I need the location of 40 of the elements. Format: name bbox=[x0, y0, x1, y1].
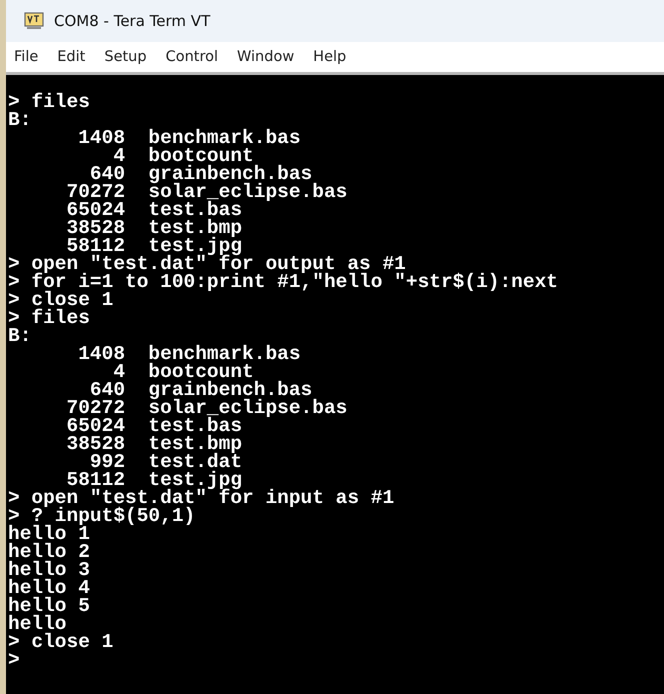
terminal-line: 640 grainbench.bas bbox=[90, 165, 312, 183]
menu-item[interactable]: Setup bbox=[104, 49, 147, 65]
terminal-line: hello bbox=[8, 615, 67, 633]
terminal-line: > files bbox=[8, 93, 90, 111]
terminal-line: 1408 benchmark.bas bbox=[77, 345, 301, 363]
terminal-line: hello 4 bbox=[8, 579, 90, 597]
terminal-line: 65024 test.bas bbox=[66, 417, 242, 435]
terminal-line: 992 test.dat bbox=[90, 453, 242, 471]
terminal-line: 640 grainbench.bas bbox=[90, 381, 312, 399]
terminal-line: > close 1 bbox=[8, 633, 114, 651]
terminal-line: > for i=1 to 100:print #1,"hello "+str$(i):next bbox=[8, 273, 558, 291]
menu-item[interactable]: Help bbox=[313, 49, 346, 65]
menu-item[interactable]: File bbox=[14, 49, 38, 65]
terminal-line: 38528 test.bmp bbox=[66, 219, 242, 237]
terminal-line: 1408 benchmark.bas bbox=[77, 129, 301, 147]
terminal-line: hello 3 bbox=[8, 561, 90, 579]
terminal-line: 58112 test.jpg bbox=[66, 471, 242, 489]
terminal-line: 4 bootcount bbox=[113, 147, 254, 165]
terminal-line: > ? input$(50,1) bbox=[8, 507, 196, 525]
terminal-line: > open "test.dat" for output as #1 bbox=[8, 255, 406, 273]
terminal-line: hello 2 bbox=[8, 543, 90, 561]
terminal-line: B: bbox=[8, 111, 32, 129]
menu-item[interactable]: Edit bbox=[57, 49, 86, 65]
window-title: COM8 - Tera Term VT bbox=[54, 12, 210, 30]
terminal-line: > close 1 bbox=[8, 291, 114, 309]
terminal-line: 70272 solar_eclipse.bas bbox=[66, 399, 348, 417]
terminal-line: 38528 test.bmp bbox=[66, 435, 242, 453]
terminal-line: B: bbox=[8, 327, 32, 345]
terminal-line: 70272 solar_eclipse.bas bbox=[66, 183, 348, 201]
terminal-line: 65024 test.bas bbox=[66, 201, 242, 219]
terminal-line: hello 1 bbox=[8, 525, 90, 543]
terminal-line: > files bbox=[8, 309, 90, 327]
app-icon bbox=[24, 12, 44, 30]
terminal-line: > bbox=[8, 651, 20, 669]
terminal-line: hello 5 bbox=[8, 597, 90, 615]
menu-item[interactable]: Control bbox=[166, 49, 218, 65]
terminal-line: 58112 test.jpg bbox=[66, 237, 242, 255]
menu-item[interactable]: Window bbox=[237, 49, 294, 65]
terminal-line: > open "test.dat" for input as #1 bbox=[8, 489, 394, 507]
terminal-line: 4 bootcount bbox=[113, 363, 254, 381]
